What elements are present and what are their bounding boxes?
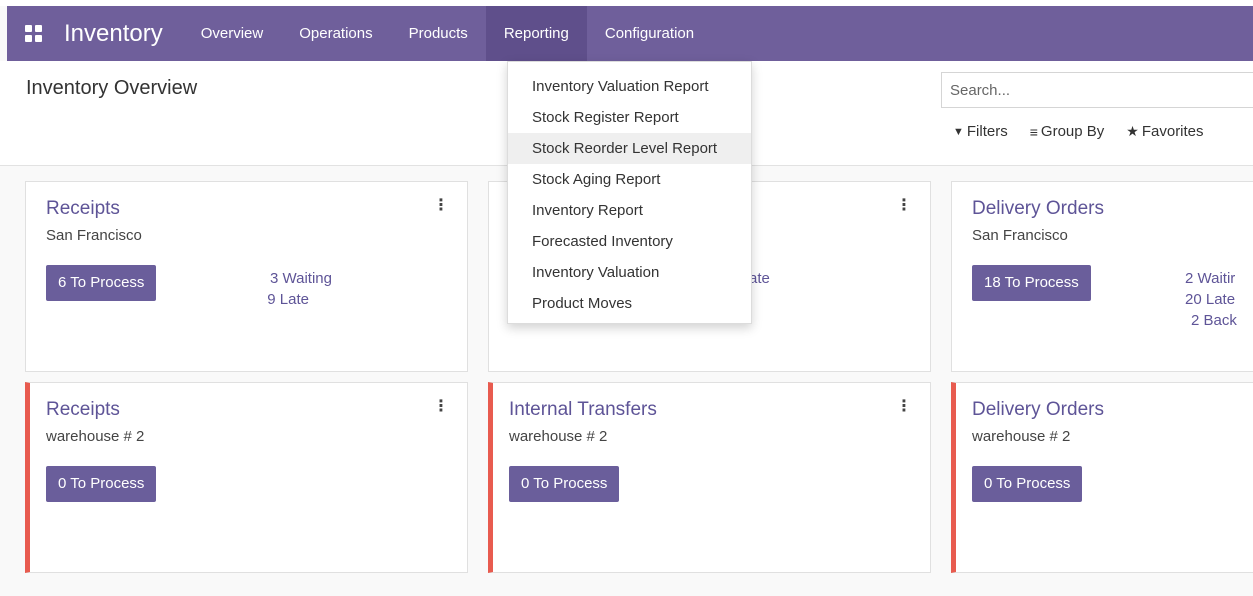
nav-products[interactable]: Products [391, 6, 486, 61]
main-navbar: Inventory Overview Operations Products R… [7, 6, 1253, 61]
stat-waiting[interactable]: 3 Waiting [270, 268, 332, 289]
kebab-menu-icon[interactable]: ⋮ [433, 396, 449, 416]
list-icon: ≡ [1029, 123, 1038, 140]
search-options: ▼ Filters ≡ Group By ★ Favorites [953, 123, 1226, 140]
kebab-menu-icon[interactable]: ⋮ [896, 396, 912, 416]
card-subtitle: San Francisco [46, 227, 142, 244]
card-receipts-wh2: Receipts warehouse # 2 ⋮ 0 To Process [25, 382, 468, 573]
nav-overview[interactable]: Overview [183, 6, 282, 61]
card-subtitle: San Francisco [972, 227, 1068, 244]
search-box[interactable] [941, 72, 1253, 108]
reporting-dropdown-menu: Inventory Valuation Report Stock Registe… [507, 61, 752, 324]
card-subtitle: warehouse # 2 [972, 428, 1071, 445]
groupby-button[interactable]: ≡ Group By [1030, 123, 1105, 140]
favorites-label: Favorites [1141, 123, 1204, 140]
menu-item-stock-reorder-level-report[interactable]: Stock Reorder Level Report [508, 133, 751, 164]
stat-waiting[interactable]: 2 Waitir [1185, 268, 1235, 289]
stat-late[interactable]: 20 Late [1185, 289, 1235, 310]
card-title[interactable]: Internal Transfers [509, 399, 657, 421]
stat-late[interactable]: 9 Late [267, 289, 309, 310]
nav-reporting[interactable]: Reporting [485, 6, 587, 61]
card-receipts-sf: Receipts San Francisco ⋮ 6 To Process 3 … [25, 181, 468, 372]
to-process-button[interactable]: 18 To Process [972, 265, 1091, 301]
stat-backorders[interactable]: 2 Back [1191, 310, 1237, 331]
kebab-menu-icon[interactable]: ⋮ [896, 195, 912, 215]
menu-item-forecasted-inventory[interactable]: Forecasted Inventory [508, 226, 751, 257]
card-subtitle: warehouse # 2 [509, 428, 608, 445]
to-process-button[interactable]: 0 To Process [972, 466, 1083, 502]
groupby-label: Group By [1040, 123, 1105, 140]
menu-item-product-moves[interactable]: Product Moves [508, 288, 751, 319]
search-input[interactable] [950, 82, 1252, 99]
nav-configuration[interactable]: Configuration [587, 6, 712, 61]
to-process-button[interactable]: 0 To Process [509, 466, 620, 502]
card-subtitle: warehouse # 2 [46, 428, 145, 445]
menu-item-stock-aging-report[interactable]: Stock Aging Report [508, 164, 751, 195]
card-title[interactable]: Receipts [46, 198, 120, 220]
card-internal-wh2: Internal Transfers warehouse # 2 ⋮ 0 To … [488, 382, 931, 573]
menu-item-inventory-report[interactable]: Inventory Report [508, 195, 751, 226]
page-title: Inventory Overview [26, 77, 198, 99]
favorites-button[interactable]: ★ Favorites [1126, 123, 1203, 140]
menu-item-inventory-valuation[interactable]: Inventory Valuation [508, 257, 751, 288]
menu-item-stock-register-report[interactable]: Stock Register Report [508, 102, 751, 133]
kebab-menu-icon[interactable]: ⋮ [433, 195, 449, 215]
card-delivery-wh2: Delivery Orders warehouse # 2 0 To Proce… [951, 382, 1253, 573]
stat-late[interactable]: ate [749, 268, 770, 289]
nav-operations[interactable]: Operations [281, 6, 390, 61]
card-title[interactable]: Delivery Orders [972, 198, 1104, 220]
apps-grid-icon[interactable] [25, 25, 42, 42]
filter-icon: ▼ [953, 125, 964, 138]
to-process-button[interactable]: 0 To Process [46, 466, 157, 502]
card-title[interactable]: Receipts [46, 399, 120, 421]
filters-label: Filters [966, 123, 1008, 140]
menu-item-inventory-valuation-report[interactable]: Inventory Valuation Report [508, 71, 751, 102]
to-process-button[interactable]: 6 To Process [46, 265, 157, 301]
star-icon: ★ [1126, 123, 1139, 139]
card-title[interactable]: Delivery Orders [972, 399, 1104, 421]
card-delivery-sf: Delivery Orders San Francisco 18 To Proc… [951, 181, 1253, 372]
app-brand[interactable]: Inventory [64, 20, 163, 48]
filters-button[interactable]: ▼ Filters [953, 123, 1008, 140]
